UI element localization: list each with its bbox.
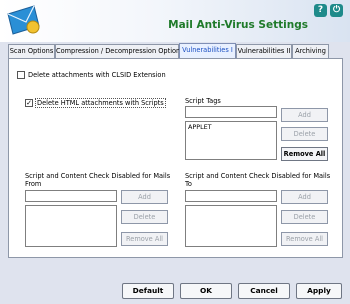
from-add-button[interactable]: Add [121,190,168,204]
window-title: Mail Anti-Virus Settings [168,19,308,31]
to-list[interactable] [185,205,277,247]
default-button[interactable]: Default [122,283,174,299]
script-tags-remove-all-button[interactable]: Remove All [281,147,328,161]
to-section-label-line2: To [185,180,192,188]
from-delete-button[interactable]: Delete [121,210,168,224]
from-remove-all-button[interactable]: Remove All [121,232,168,246]
html-scripts-checkbox-label: Delete HTML attachments with Scripts [35,98,166,108]
to-remove-all-button[interactable]: Remove All [281,232,328,246]
from-section-label-line2: From [25,180,42,188]
tab-archiving[interactable]: Archiving [292,44,329,58]
script-tags-list[interactable]: APPLET [185,121,277,160]
script-tags-label: Script Tags [185,97,221,105]
help-icon[interactable]: ? [314,4,327,17]
list-item[interactable]: APPLET [186,122,276,132]
script-tags-input[interactable] [185,106,277,118]
cancel-button[interactable]: Cancel [238,283,290,299]
script-tags-add-button[interactable]: Add [281,108,328,122]
to-input[interactable] [185,190,277,202]
from-input[interactable] [25,190,117,202]
tab-vulnerabilities-1[interactable]: Vulnerabilities I [179,43,236,58]
to-section-label: Script and Content Check Disabled for Ma… [185,172,331,180]
from-section-label: Script and Content Check Disabled for Ma… [25,172,171,180]
html-scripts-checkbox[interactable]: ✓ [25,99,33,107]
clsid-checkbox[interactable] [17,71,25,79]
mail-envelope-logo-icon [7,5,40,35]
to-add-button[interactable]: Add [281,190,328,204]
to-delete-button[interactable]: Delete [281,210,328,224]
clsid-checkbox-label: Delete attachments with CLSID Extension [28,71,166,79]
power-icon[interactable]: ⏻ [330,4,343,17]
script-tags-delete-button[interactable]: Delete [281,127,328,141]
apply-button[interactable]: Apply [296,283,342,299]
tab-compression-options[interactable]: Compression / Decompression Options [55,44,184,58]
tab-vulnerabilities-2[interactable]: Vulnerabilities II [236,44,292,58]
from-list[interactable] [25,205,117,247]
ok-button[interactable]: OK [180,283,232,299]
tab-scan-options[interactable]: Scan Options [8,44,55,58]
